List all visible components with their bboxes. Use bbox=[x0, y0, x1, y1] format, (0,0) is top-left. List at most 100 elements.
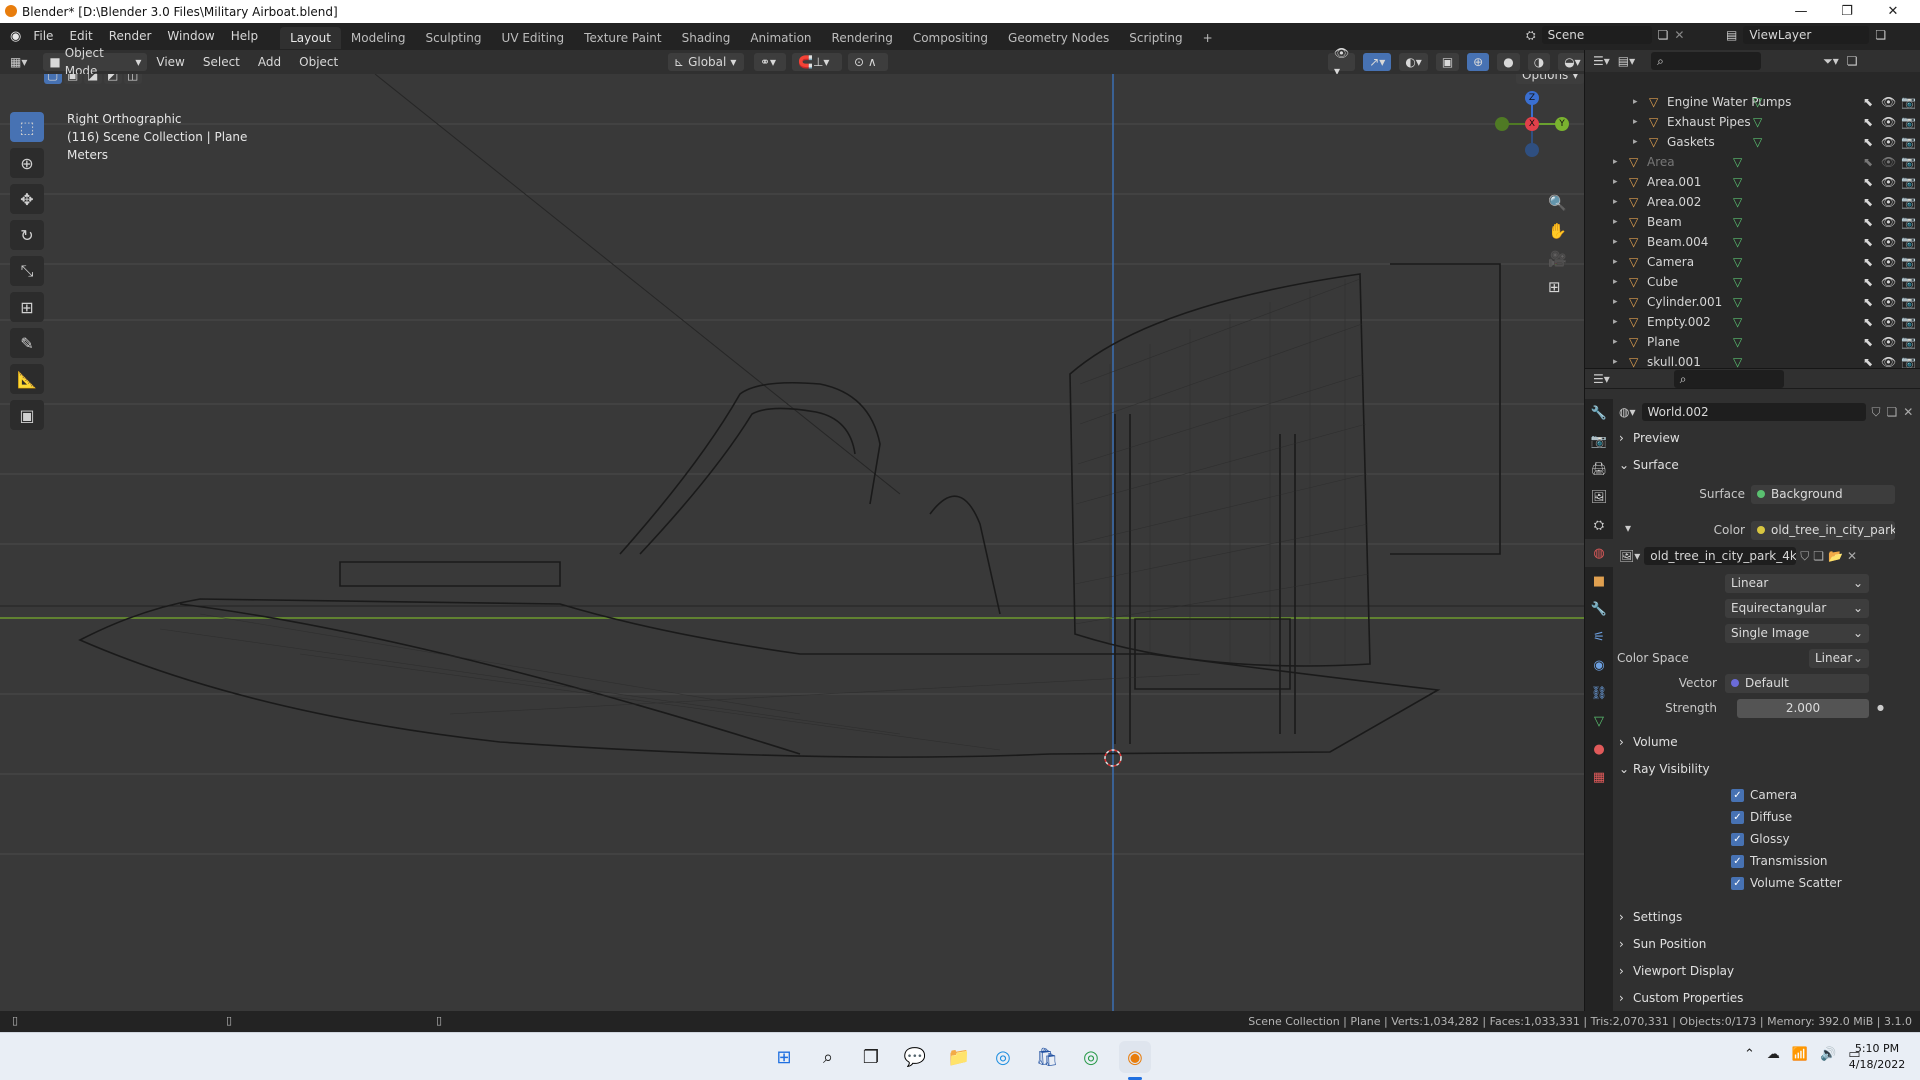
3d-viewport[interactable]: ⬚ ⊕ ✥ ↻ ⤡ ⊞ ✎ 📐 ▣ ▢ ▣ ◪ ◩ ◫ Right Orthog… bbox=[0, 74, 1584, 1011]
navigation-gizmo[interactable]: Z X Y bbox=[1490, 90, 1570, 170]
selectable-arrow-icon[interactable]: ⬉ bbox=[1863, 115, 1873, 129]
tab-compositing[interactable]: Compositing bbox=[903, 27, 998, 49]
new-scene-icon[interactable]: ❏ bbox=[1658, 28, 1669, 42]
onedrive-cloud-icon[interactable]: ☁ bbox=[1767, 1047, 1780, 1062]
ray-visibility-panel-header[interactable]: ⌄ Ray Visibility bbox=[1619, 758, 1915, 780]
select-invert-button[interactable]: ◩ bbox=[104, 74, 122, 84]
scene-tab-icon[interactable]: ⛭ bbox=[1585, 511, 1613, 539]
object-tab-icon[interactable]: ■ bbox=[1585, 567, 1613, 595]
eye-icon[interactable]: 👁 bbox=[1881, 235, 1896, 249]
wireframe-shading-button[interactable]: ⊕ bbox=[1467, 53, 1490, 71]
outliner-row[interactable]: ▸ ▽ Area.002 ▽ ⬉ 👁 📷 bbox=[1585, 192, 1920, 212]
fake-user-shield-icon[interactable]: ⛉ bbox=[1800, 549, 1809, 564]
color-expand-arrow[interactable]: ▾ bbox=[1625, 521, 1631, 535]
ray-glossy-checkbox[interactable]: ✓ Glossy bbox=[1731, 832, 1790, 846]
options-button[interactable]: Options ▾ bbox=[1516, 74, 1584, 84]
camera-render-icon[interactable]: 📷 bbox=[1901, 315, 1916, 329]
gizmo-neg-y-axis[interactable] bbox=[1495, 117, 1509, 131]
surface-shader-field[interactable]: Background bbox=[1751, 485, 1895, 504]
gizmo-x-axis[interactable]: X bbox=[1525, 117, 1539, 131]
select-intersect-button[interactable]: ◫ bbox=[124, 74, 142, 84]
outliner-row[interactable]: ▸ ▽ Cube ▽ ⬉ 👁 📷 bbox=[1585, 272, 1920, 292]
scene-selector[interactable]: Scene bbox=[1541, 26, 1652, 44]
outliner-row[interactable]: ▸ ▽ Area ▽ ⬉ 👁 📷 bbox=[1585, 152, 1920, 172]
keyframe-dot-icon[interactable]: ● bbox=[1877, 703, 1884, 712]
texture-tab-icon[interactable]: ▦ bbox=[1585, 763, 1613, 791]
outliner-row[interactable]: ▸ ▽ Camera ▽ ⬉ 👁 📷 bbox=[1585, 252, 1920, 272]
eye-icon[interactable]: 👁 bbox=[1881, 315, 1896, 329]
menu-object[interactable]: Object bbox=[290, 55, 347, 69]
ray-diffuse-checkbox[interactable]: ✓ Diffuse bbox=[1731, 810, 1792, 824]
world-icon[interactable]: ◍▾ bbox=[1619, 405, 1636, 419]
duplicate-world-icon[interactable]: ❏ bbox=[1887, 405, 1898, 419]
selectable-arrow-icon[interactable]: ⬉ bbox=[1863, 195, 1873, 209]
tab-texture-paint[interactable]: Texture Paint bbox=[574, 27, 671, 49]
cursor-tool[interactable]: ⊕ bbox=[10, 148, 44, 178]
scale-tool[interactable]: ⤡ bbox=[10, 256, 44, 286]
vector-input-field[interactable]: Default bbox=[1725, 674, 1869, 693]
menu-help[interactable]: Help bbox=[223, 23, 266, 50]
constraints-tab-icon[interactable]: ⛓ bbox=[1585, 679, 1613, 707]
selectable-arrow-icon[interactable]: ⬉ bbox=[1863, 275, 1873, 289]
camera-render-icon[interactable]: 📷 bbox=[1901, 355, 1916, 369]
measure-tool[interactable]: 📐 bbox=[10, 364, 44, 394]
interpolation-dropdown[interactable]: Linear ⌄ bbox=[1725, 574, 1869, 593]
tab-geometry-nodes[interactable]: Geometry Nodes bbox=[998, 27, 1119, 49]
clock[interactable]: 5:10 PM 4/18/2022 bbox=[1842, 1041, 1912, 1073]
gizmo-y-axis[interactable]: Y bbox=[1555, 117, 1569, 131]
mode-selector[interactable]: ■ Object Mode ▾ bbox=[43, 46, 148, 78]
expand-arrow-icon[interactable]: ▸ bbox=[1613, 217, 1618, 227]
select-new-button[interactable]: ▢ bbox=[44, 74, 62, 84]
ortho-grid-icon[interactable]: ⊞ bbox=[1548, 278, 1567, 296]
image-icon[interactable]: 🖼▾ bbox=[1619, 549, 1640, 563]
eye-icon[interactable]: 👁 bbox=[1881, 335, 1896, 349]
menu-file[interactable]: File bbox=[25, 23, 61, 50]
outliner-row[interactable]: ▸ ▽ Area.001 ▽ ⬉ 👁 📷 bbox=[1585, 172, 1920, 192]
ray-transmission-checkbox[interactable]: ✓ Transmission bbox=[1731, 854, 1828, 868]
eye-icon[interactable]: 👁 bbox=[1881, 255, 1896, 269]
add-cube-tool[interactable]: ▣ bbox=[10, 400, 44, 430]
tab-modeling[interactable]: Modeling bbox=[341, 27, 416, 49]
physics-tab-icon[interactable]: ◉ bbox=[1585, 651, 1613, 679]
expand-arrow-icon[interactable]: ▸ bbox=[1633, 137, 1638, 147]
filter-icon[interactable]: ⏷▾ bbox=[1823, 54, 1839, 69]
expand-arrow-icon[interactable]: ▸ bbox=[1613, 177, 1618, 187]
camera-render-icon[interactable]: 📷 bbox=[1901, 215, 1916, 229]
camera-render-icon[interactable]: 📷 bbox=[1901, 295, 1916, 309]
add-workspace-button[interactable]: + bbox=[1193, 27, 1223, 49]
expand-arrow-icon[interactable]: ▸ bbox=[1613, 357, 1618, 367]
open-folder-icon[interactable]: 📂 bbox=[1828, 549, 1843, 563]
eye-icon[interactable]: 👁 bbox=[1881, 135, 1896, 149]
outliner-row[interactable]: ▸ ▽ Beam ▽ ⬉ 👁 📷 bbox=[1585, 212, 1920, 232]
camera-render-icon[interactable]: 📷 bbox=[1901, 255, 1916, 269]
scene-icon[interactable]: ⛭ bbox=[1526, 28, 1536, 43]
zoom-icon[interactable]: 🔍 bbox=[1548, 194, 1567, 212]
close-window-button[interactable]: ✕ bbox=[1870, 0, 1916, 23]
move-tool[interactable]: ✥ bbox=[10, 184, 44, 214]
ray-volume-scatter-checkbox[interactable]: ✓ Volume Scatter bbox=[1731, 876, 1842, 890]
image-name-field[interactable]: old_tree_in_city_park_4k.hdr bbox=[1644, 547, 1797, 565]
unlink-world-icon[interactable]: ✕ bbox=[1903, 405, 1913, 419]
select-box-tool[interactable]: ⬚ bbox=[10, 112, 44, 142]
expand-arrow-icon[interactable]: ▸ bbox=[1613, 157, 1618, 167]
xray-toggle-button[interactable]: ▣ bbox=[1435, 53, 1460, 71]
eye-icon[interactable]: 👁 bbox=[1881, 195, 1896, 209]
world-tab-icon[interactable]: ◍ bbox=[1585, 539, 1613, 567]
selectable-arrow-icon[interactable]: ⬉ bbox=[1863, 215, 1873, 229]
menu-window[interactable]: Window bbox=[159, 23, 222, 50]
world-name-field[interactable]: World.002 bbox=[1641, 403, 1866, 421]
camera-render-icon[interactable]: 📷 bbox=[1901, 195, 1916, 209]
data-tab-icon[interactable]: ▽ bbox=[1585, 707, 1613, 735]
tab-rendering[interactable]: Rendering bbox=[822, 27, 903, 49]
camera-render-icon[interactable]: 📷 bbox=[1901, 115, 1916, 129]
selectable-arrow-icon[interactable]: ⬉ bbox=[1863, 255, 1873, 269]
outliner-row[interactable]: ▸ ▽ Beam.004 ▽ ⬉ 👁 📷 bbox=[1585, 232, 1920, 252]
display-mode-icon[interactable]: ▤▾ bbox=[1618, 54, 1635, 68]
tab-animation[interactable]: Animation bbox=[740, 27, 821, 49]
pan-hand-icon[interactable]: ✋ bbox=[1548, 222, 1567, 240]
visibility-filter-button[interactable]: 👁▾ bbox=[1328, 46, 1356, 78]
expand-arrow-icon[interactable]: ▸ bbox=[1613, 317, 1618, 327]
select-extend-button[interactable]: ▣ bbox=[64, 74, 82, 84]
transform-orientation-selector[interactable]: ⊾ Global ▾ bbox=[668, 53, 744, 71]
edge-dev-icon[interactable]: ◎ bbox=[1075, 1041, 1107, 1073]
